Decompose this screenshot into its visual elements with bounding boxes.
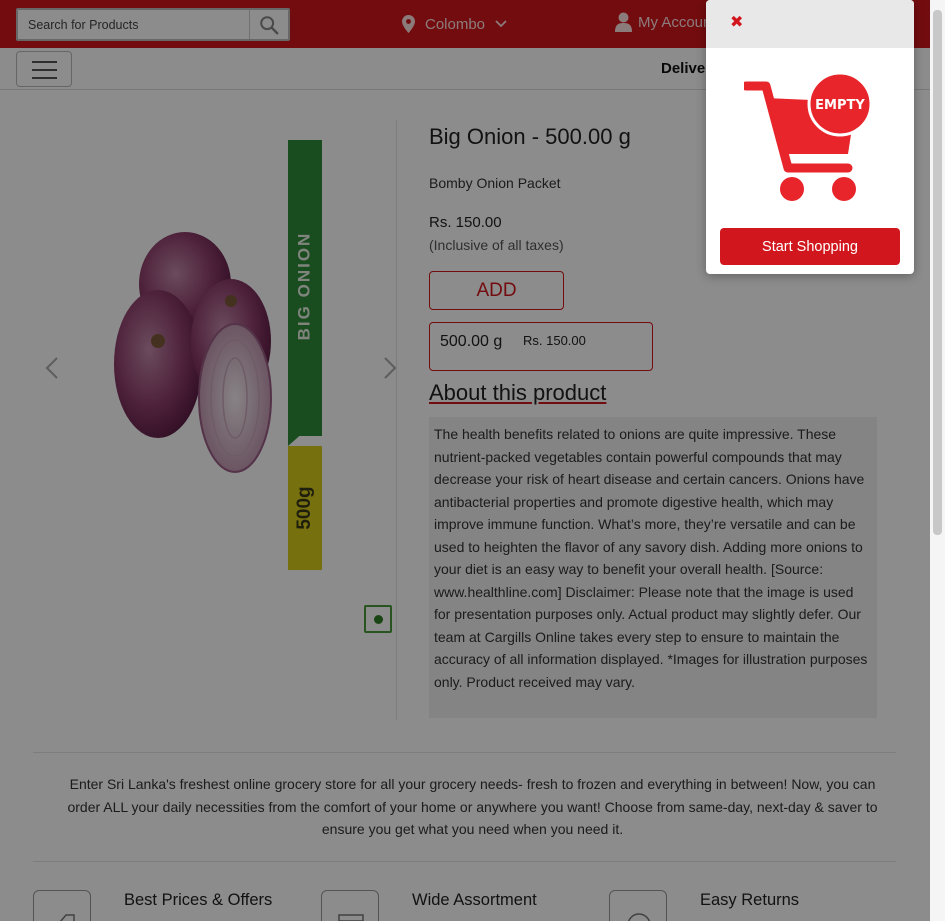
scrollbar-thumb[interactable]: [933, 10, 942, 535]
start-shopping-button[interactable]: Start Shopping: [720, 228, 900, 265]
cart-popup: ✖ EMPTY Start Shopping: [706, 0, 914, 274]
close-icon[interactable]: ✖: [730, 12, 743, 32]
empty-cart-icon: EMPTY: [744, 72, 873, 201]
empty-badge-text: EMPTY: [815, 98, 865, 113]
scrollbar[interactable]: [930, 0, 945, 921]
